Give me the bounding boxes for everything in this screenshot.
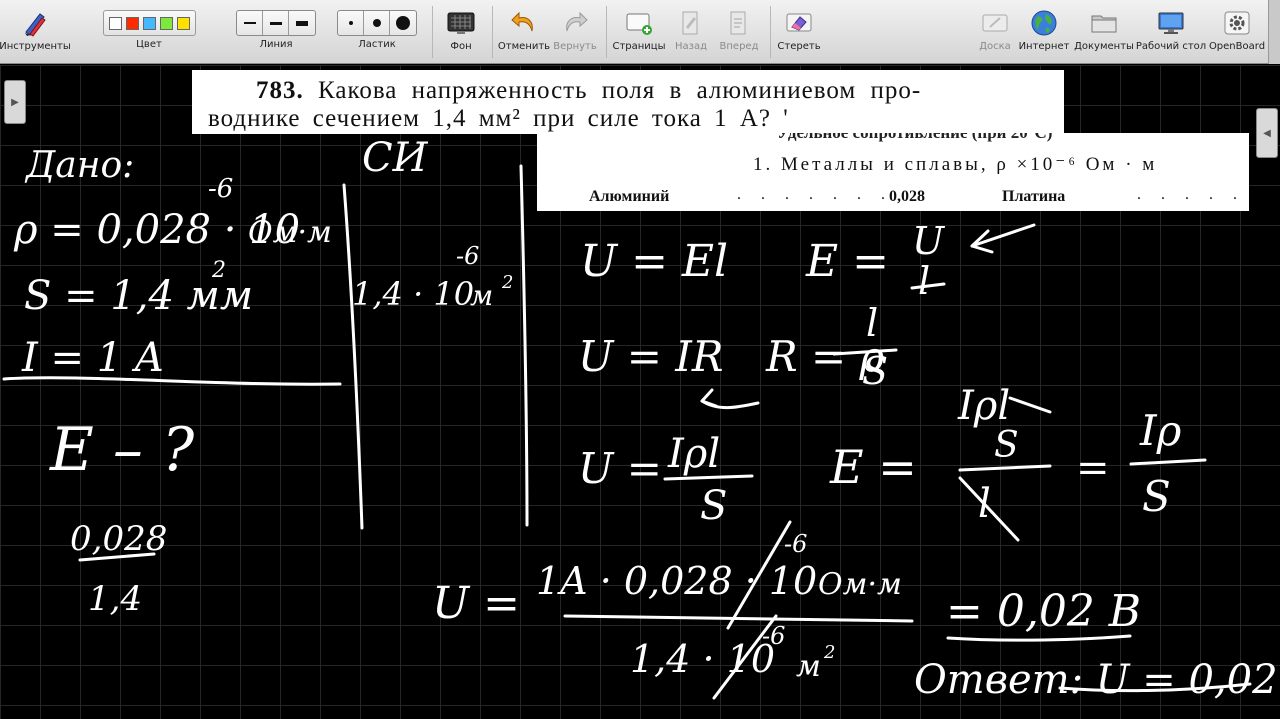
si-area-unit: м bbox=[470, 279, 494, 312]
calc-numerator-exponent: -6 bbox=[784, 530, 808, 558]
find-quantity: E – ? bbox=[50, 415, 195, 485]
formula-final-result-numerator: Iρ bbox=[1140, 406, 1182, 455]
si-area-value: 1,4 · 10 bbox=[352, 275, 475, 313]
formula-ohm-law: U = IR bbox=[578, 332, 724, 381]
side-fraction-denominator: 1,4 bbox=[88, 579, 143, 619]
formula-field-denominator: l bbox=[918, 259, 931, 303]
formula-final-denominator: l bbox=[978, 481, 991, 527]
formula-final-result-denominator: S bbox=[1142, 472, 1171, 521]
side-fraction-numerator: 0,028 bbox=[70, 519, 168, 559]
formula-field-numerator: U bbox=[912, 219, 945, 263]
formula-field-lhs: E = bbox=[806, 236, 889, 287]
calc-numerator-unit: Ом·м bbox=[818, 567, 902, 602]
formula-voltage-denominator: S bbox=[700, 483, 728, 529]
calc-denominator-exponent: -6 bbox=[762, 622, 786, 650]
formula-final-equals: = bbox=[1076, 445, 1110, 491]
formula-final-inner-denominator: S bbox=[994, 425, 1019, 466]
formula-resistance-denominator: S bbox=[862, 349, 889, 393]
answer-text: Ответ: U = 0,02 В bbox=[914, 657, 1280, 703]
calc-result: = 0,02 В bbox=[946, 586, 1142, 637]
calc-denominator: 1,4 · 10 bbox=[630, 637, 776, 681]
given-resistivity-unit: Ом·м bbox=[248, 215, 332, 250]
given-heading: Дано: bbox=[26, 145, 135, 186]
formula-voltage-numerator: Iρl bbox=[668, 431, 721, 477]
formula-resistance-numerator: l bbox=[866, 301, 879, 345]
si-area-exponent: -6 bbox=[456, 242, 480, 270]
calc-lhs: U = bbox=[432, 578, 520, 629]
formula-voltage-lhs: U = bbox=[578, 444, 662, 493]
given-resistivity-exponent: -6 bbox=[208, 174, 234, 204]
si-heading: СИ bbox=[362, 135, 428, 181]
given-area-exponent: 2 bbox=[212, 258, 226, 283]
si-area-unit-exponent: 2 bbox=[502, 272, 514, 293]
calc-numerator: 1A · 0,028 · 10 bbox=[536, 559, 818, 603]
formula-final-lhs: E = bbox=[830, 440, 917, 494]
calc-denominator-unit-exponent: 2 bbox=[824, 642, 836, 663]
formula-voltage-field: U = El bbox=[580, 236, 729, 287]
formula-final-inner-numerator: Iρl bbox=[958, 383, 1011, 429]
calc-denominator-unit: м bbox=[796, 649, 821, 684]
given-current: I = 1 A bbox=[22, 335, 164, 381]
